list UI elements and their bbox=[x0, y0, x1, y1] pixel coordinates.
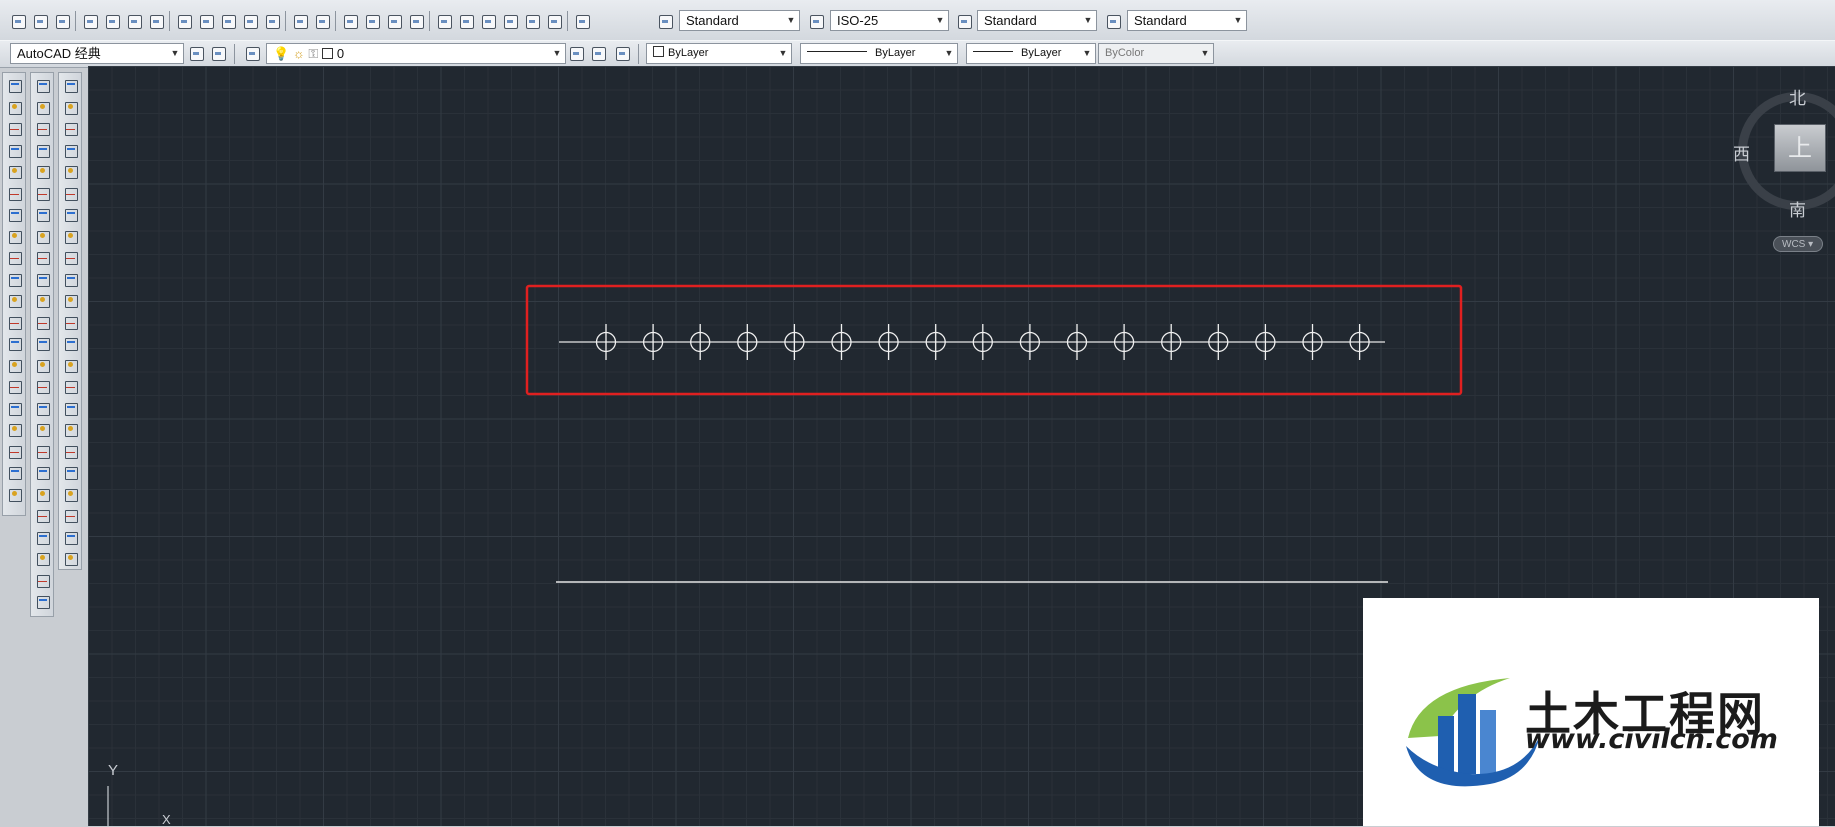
viewcube-north-label[interactable]: 北 bbox=[1789, 84, 1806, 109]
watermark-logo: 土木工程网 www.civilcn.com bbox=[1363, 598, 1819, 826]
wcs-label: WCS bbox=[1782, 239, 1806, 250]
viewcube-top-face[interactable]: 上 bbox=[1774, 124, 1826, 172]
highlight-box bbox=[525, 284, 1463, 396]
viewcube-west-label[interactable]: 西 bbox=[1733, 140, 1750, 165]
wcs-menu-button[interactable]: WCS ▾ bbox=[1773, 236, 1823, 252]
ucs-y-label: Y bbox=[108, 762, 119, 779]
ucs-x-label: X bbox=[162, 812, 171, 827]
autocad-window: Standard ▼ ISO-25 ▼ Standard ▼ Standard ▼ Au… bbox=[0, 0, 1835, 827]
viewcube-south-label[interactable]: 南 bbox=[1789, 196, 1806, 221]
watermark-url: www.civilcn.com bbox=[1525, 724, 1778, 755]
